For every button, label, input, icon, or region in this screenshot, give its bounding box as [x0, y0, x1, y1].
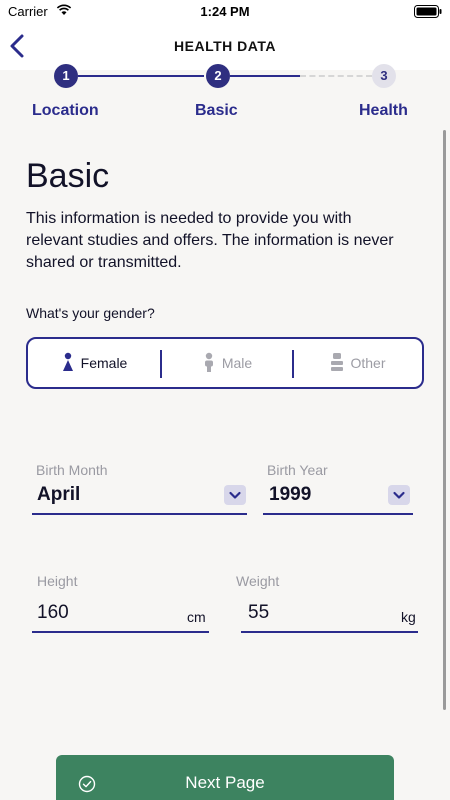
weight-input[interactable]: 55 — [248, 602, 269, 624]
birth-year-label: Birth Year — [267, 462, 328, 478]
step-1-circle: 1 — [54, 64, 78, 88]
gender-option-label: Other — [350, 355, 386, 371]
step-connector — [230, 75, 300, 77]
height-underline — [32, 631, 209, 633]
step-2-label[interactable]: Basic — [195, 102, 238, 120]
page-title: Basic — [26, 157, 110, 195]
birth-month-label: Birth Month — [36, 462, 108, 478]
step-2-circle: 2 — [206, 64, 230, 88]
gender-question: What's your gender? — [26, 305, 155, 321]
next-page-label: Next Page — [185, 773, 265, 792]
nav-title: HEALTH DATA — [174, 38, 276, 54]
step-1-label[interactable]: Location — [32, 102, 99, 120]
status-time: 1:24 PM — [200, 4, 250, 19]
birth-year-value[interactable]: 1999 — [269, 484, 311, 506]
chevron-down-icon — [393, 491, 405, 499]
birth-month-dropdown[interactable] — [224, 485, 246, 505]
step-3-label[interactable]: Health — [359, 102, 408, 120]
gender-option-other[interactable]: Other — [294, 339, 422, 387]
scroll-indicator[interactable] — [443, 130, 446, 710]
step-3-circle: 3 — [372, 64, 396, 88]
birth-year-underline — [263, 513, 413, 515]
progress-stepper: 1 2 3 Location Basic Health — [0, 62, 450, 126]
other-gender-icon — [331, 353, 344, 371]
step-connector — [78, 75, 204, 77]
page-description: This information is needed to provide yo… — [26, 210, 394, 271]
birth-month-underline — [32, 513, 247, 515]
battery-icon — [414, 5, 442, 18]
next-page-button[interactable]: Next Page — [56, 755, 394, 800]
birth-month-value[interactable]: April — [37, 484, 80, 506]
gender-selector: Female Male Other — [26, 337, 424, 389]
height-unit: cm — [187, 609, 206, 625]
birth-year-dropdown[interactable] — [388, 485, 410, 505]
male-icon — [204, 352, 213, 372]
height-input[interactable]: 160 — [37, 602, 69, 624]
step-connector-pending — [300, 75, 372, 77]
weight-unit: kg — [401, 609, 416, 625]
status-bar: Carrier 1:24 PM — [0, 0, 450, 24]
gender-option-label: Female — [80, 355, 128, 371]
height-label: Height — [37, 573, 78, 589]
weight-underline — [241, 631, 418, 633]
gender-option-label: Male — [221, 355, 253, 371]
chevron-down-icon — [229, 491, 241, 499]
female-icon — [62, 352, 73, 371]
gender-option-male[interactable]: Male — [162, 339, 292, 387]
weight-label: Weight — [236, 573, 280, 589]
gender-option-female[interactable]: Female — [28, 339, 160, 387]
